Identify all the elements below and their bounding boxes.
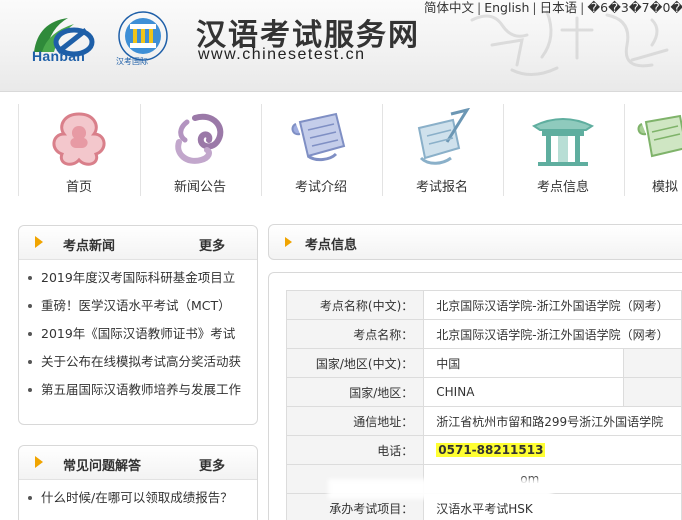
- center-info-header: 考点信息: [268, 224, 682, 260]
- lang-separator: |: [580, 0, 585, 15]
- table-row: 国家/地区： CHINA: [285, 377, 682, 407]
- field-value: CHINA: [423, 377, 624, 407]
- nav-item-home[interactable]: 首页: [20, 98, 138, 202]
- lang-link-simplified-chinese[interactable]: 简体中文: [424, 0, 474, 15]
- nav-label: 考点信息: [536, 180, 589, 195]
- nav-item-test-centers[interactable]: 考点信息: [504, 98, 622, 202]
- nav-item-registration[interactable]: 考试报名: [383, 98, 501, 202]
- table-row: 考点名称(中文)： 北京国际汉语学院-浙江外国语学院（网考）: [285, 290, 682, 320]
- table-row: 考点名称： 北京国际汉语学院-浙江外国语学院（网考）: [285, 319, 682, 349]
- nav-label: 首页: [65, 180, 92, 195]
- news-list: 2019年度汉考国际科研基金项目立 重磅！医学汉语水平考试（MCT） 2019年…: [19, 260, 257, 404]
- field-label: 国家/地区(中文)：: [285, 348, 425, 378]
- faq-more-link[interactable]: 更多: [199, 455, 225, 474]
- lang-separator: |: [477, 0, 482, 15]
- brush-scroll-icon: [417, 108, 471, 165]
- arrow-right-icon: [35, 236, 43, 248]
- news-box-title: 考点新闻: [63, 239, 116, 254]
- pavilion-icon: [531, 118, 595, 166]
- faq-list: 什么时候/在哪可以领取成绩报告？: [19, 480, 257, 512]
- table-row: 国家/地区(中文)： 中国: [285, 348, 682, 378]
- news-item[interactable]: 关于公布在线模拟考试高分奖活动获: [19, 348, 257, 376]
- news-box: 考点新闻 更多 2019年度汉考国际科研基金项目立 重磅！医学汉语水平考试（MC…: [18, 225, 258, 425]
- field-value: 北京国际汉语学院-浙江外国语学院（网考）: [423, 290, 682, 320]
- field-label: 通信地址：: [285, 406, 425, 436]
- field-label: 电话：: [285, 435, 425, 465]
- news-item[interactable]: 2019年《国际汉语教师证书》考试: [19, 320, 257, 348]
- hanban-logo-text: Hanban: [32, 48, 86, 64]
- faq-box: 常见问题解答 更多 什么时候/在哪可以领取成绩报告？: [18, 445, 258, 520]
- ruyi-cloud-icon: [52, 112, 106, 166]
- language-switcher: 简体中文 | English | 日本语 | �6�3�7�0�: [424, 0, 682, 16]
- nav-item-mock-test[interactable]: 模拟: [625, 98, 682, 202]
- scroll-icon: [291, 112, 346, 162]
- table-row: 通信地址： 浙江省杭州市留和路299号浙江外国语学院: [285, 406, 682, 436]
- news-box-header: 考点新闻 更多: [19, 226, 257, 260]
- field-label: 考点名称：: [285, 319, 425, 349]
- nav-divider: [18, 104, 19, 196]
- nav-label: 新闻公告: [173, 180, 226, 195]
- kaoshi-logo-caption: 汉考国际: [116, 57, 148, 66]
- field-value: 浙江省杭州市留和路299号浙江外国语学院: [423, 406, 682, 436]
- faq-box-header: 常见问题解答 更多: [19, 446, 257, 480]
- table-row: 电话： 0571-88211513: [285, 435, 682, 465]
- news-item[interactable]: 重磅！医学汉语水平考试（MCT）: [19, 292, 257, 320]
- field-label: 考点名称(中文)：: [285, 290, 425, 320]
- nav-label: 模拟: [651, 180, 678, 195]
- news-more-link[interactable]: 更多: [199, 235, 225, 254]
- news-item[interactable]: 2019年度汉考国际科研基金项目立: [19, 264, 257, 292]
- field-label: 国家/地区：: [285, 377, 425, 407]
- nav-item-exam-intro[interactable]: 考试介绍: [262, 98, 380, 202]
- lang-link-japanese[interactable]: 日本语: [540, 0, 578, 15]
- nav-label: 考试介绍: [294, 180, 347, 195]
- redaction-blur: [328, 479, 552, 499]
- faq-box-title: 常见问题解答: [63, 459, 142, 474]
- swirl-cloud-icon: [175, 113, 224, 164]
- faq-item[interactable]: 什么时候/在哪可以领取成绩报告？: [19, 484, 257, 512]
- center-info-title: 考点信息: [305, 238, 358, 253]
- site-header: Hanban 汉考国际 汉语考试服务网 www.chinesetest.cn 简…: [0, 0, 682, 92]
- lang-link-english[interactable]: English: [484, 0, 529, 15]
- field-value: 北京国际汉语学院-浙江外国语学院（网考）: [423, 319, 682, 349]
- phone-number: 0571-88211513: [436, 443, 546, 457]
- field-value: 0571-88211513: [423, 435, 682, 465]
- main-nav: 首页 新闻公告 考试介绍 考试报名 考点信息 模拟: [0, 94, 682, 206]
- nav-label: 考试报名: [415, 180, 468, 195]
- arrow-right-icon: [35, 456, 43, 468]
- nav-item-news[interactable]: 新闻公告: [141, 98, 259, 202]
- field-value: 中国: [423, 348, 624, 378]
- news-item[interactable]: 第五届国际汉语教师培养与发展工作: [19, 376, 257, 404]
- empty-cell: [622, 348, 682, 378]
- scroll-green-icon: [637, 114, 682, 158]
- lang-link-garbled[interactable]: �6�3�7�0�: [587, 0, 682, 15]
- arrow-right-icon: [285, 237, 292, 247]
- lang-separator: |: [532, 0, 537, 15]
- empty-cell: [622, 377, 682, 407]
- site-url: www.chinesetest.cn: [198, 46, 366, 63]
